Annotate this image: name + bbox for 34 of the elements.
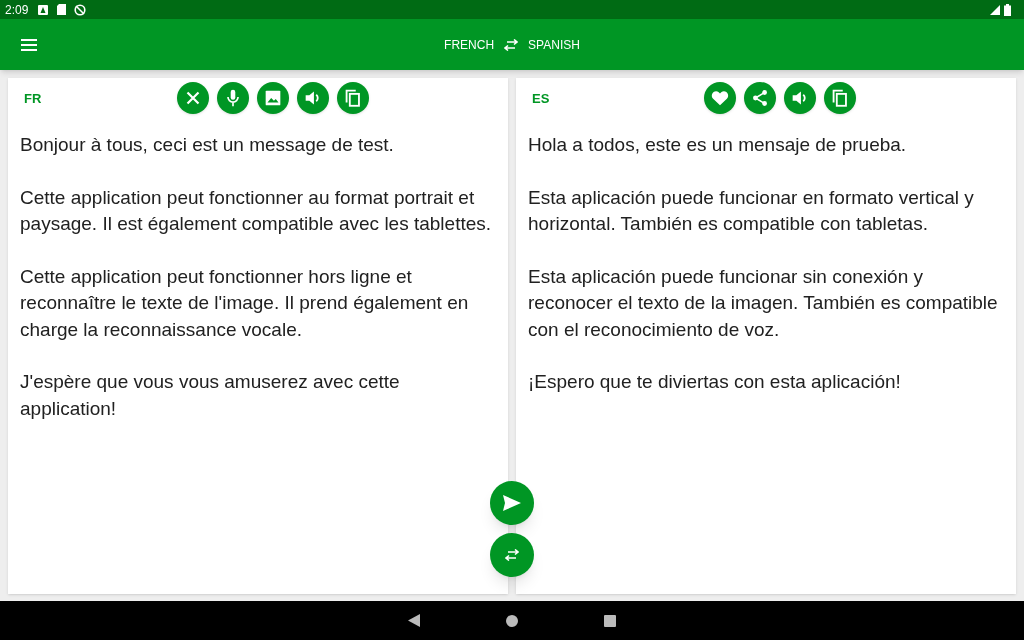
copy-button[interactable] — [824, 82, 856, 114]
back-icon[interactable] — [408, 614, 420, 627]
target-language-button[interactable]: SPANISH — [528, 35, 580, 54]
swap-icon — [505, 549, 519, 561]
paragraph: Esta aplicación puede funcionar sin conexión y reconocer el texto de la imagen. También es compatible con el reconocimiento de voz. — [528, 264, 999, 342]
signal-icon — [990, 4, 1000, 15]
speak-button[interactable] — [297, 82, 329, 114]
mic-button[interactable] — [217, 82, 249, 114]
recents-icon[interactable] — [604, 614, 616, 627]
language-code: FR — [24, 90, 42, 109]
image-button[interactable] — [257, 82, 289, 114]
paragraph: J'espère que vous vous amuserez avec cette application! — [20, 370, 401, 421]
paragraph: Bonjour à tous, ceci est un message de test. — [20, 133, 395, 157]
source-language-button[interactable]: FRENCH — [444, 35, 495, 54]
notification-icon — [38, 4, 49, 15]
paragraph: ¡Espero que te diviertas con esta aplicación! — [528, 370, 902, 394]
paragraph: Hola a todos, este es un mensaje de prueba. — [528, 133, 908, 157]
copy-button[interactable] — [337, 82, 369, 114]
sd-card-icon — [57, 4, 67, 15]
paragraph: Cette application peut fonctionner au format portrait et paysage. Il est également compatible avec les tablettes. — [20, 185, 493, 236]
home-icon[interactable] — [506, 614, 518, 627]
sync-off-icon — [74, 3, 87, 16]
menu-icon — [21, 38, 37, 51]
paragraph: Esta aplicación puede funcionar en formato vertical y horizontal. También es compatible con tabletas. — [528, 185, 975, 236]
speak-button[interactable] — [784, 82, 816, 114]
clear-button[interactable] — [177, 82, 209, 114]
status-time: 2:09 — [5, 1, 29, 19]
share-button[interactable] — [744, 82, 776, 114]
language-code: ES — [532, 90, 550, 109]
send-icon — [503, 495, 521, 511]
swap-icon — [504, 38, 519, 51]
favorite-button[interactable] — [704, 82, 736, 114]
paragraph: Cette application peut fonctionner hors ligne et reconnaître le texte de l'image. Il prend également en charge la reconnaissance vocale. — [20, 264, 470, 342]
battery-icon — [1004, 3, 1011, 16]
